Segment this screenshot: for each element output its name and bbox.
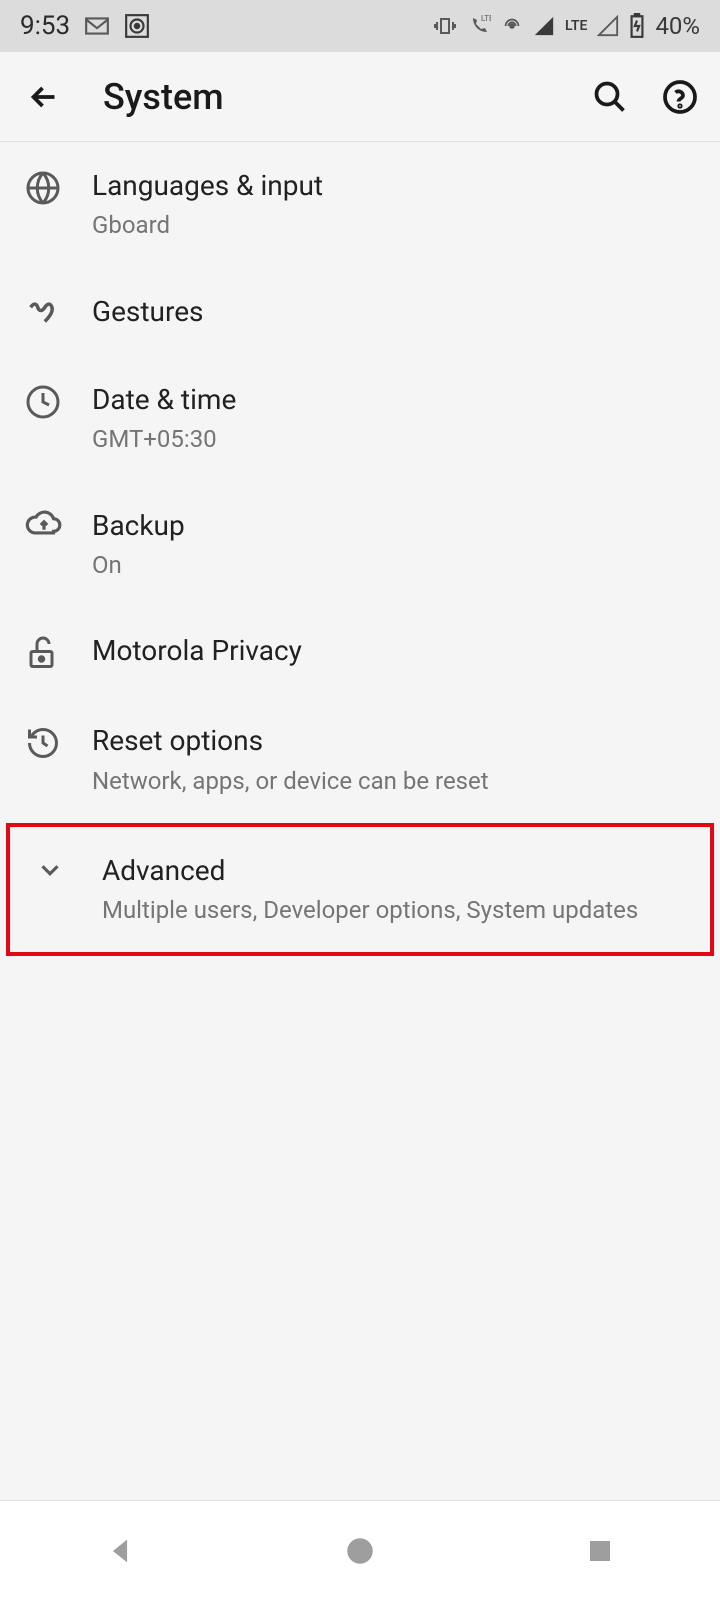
item-subtitle: GMT+05:30 bbox=[92, 424, 700, 455]
wifi-calling-icon: LTE bbox=[467, 14, 491, 38]
app-bar: System bbox=[0, 52, 720, 142]
status-left: 9:53 bbox=[20, 11, 150, 41]
hotspot-icon bbox=[501, 15, 523, 37]
item-title: Reset options bbox=[92, 723, 700, 759]
settings-item-backup[interactable]: Backup On bbox=[0, 482, 720, 608]
item-title: Motorola Privacy bbox=[92, 633, 700, 669]
status-bar: 9:53 LTE LTE 40% bbox=[0, 0, 720, 52]
back-button[interactable] bbox=[20, 73, 68, 121]
restore-icon bbox=[20, 723, 82, 761]
globe-icon bbox=[20, 168, 82, 206]
settings-item-privacy[interactable]: Motorola Privacy bbox=[0, 607, 720, 697]
app-bar-actions bbox=[590, 77, 700, 117]
lock-icon bbox=[20, 633, 82, 671]
item-title: Gestures bbox=[92, 294, 700, 330]
item-subtitle: On bbox=[92, 550, 700, 581]
item-title: Languages & input bbox=[92, 168, 700, 204]
item-title: Advanced bbox=[102, 853, 690, 889]
clock-icon bbox=[20, 382, 82, 420]
item-subtitle: Multiple users, Developer options, Syste… bbox=[102, 895, 690, 926]
battery-percent: 40% bbox=[655, 12, 700, 40]
vibrate-icon bbox=[433, 14, 457, 38]
status-right: LTE LTE 40% bbox=[433, 12, 700, 40]
navigation-bar bbox=[0, 1500, 720, 1600]
settings-item-datetime[interactable]: Date & time GMT+05:30 bbox=[0, 356, 720, 482]
settings-item-gestures[interactable]: Gestures bbox=[0, 268, 720, 356]
nav-back-button[interactable] bbox=[90, 1521, 150, 1581]
cloud-backup-icon bbox=[20, 508, 82, 540]
status-time: 9:53 bbox=[20, 11, 70, 41]
gmail-icon bbox=[84, 16, 110, 36]
settings-item-reset[interactable]: Reset options Network, apps, or device c… bbox=[0, 697, 720, 823]
help-button[interactable] bbox=[660, 77, 700, 117]
gesture-icon bbox=[20, 294, 82, 330]
signal-icon-2 bbox=[597, 15, 619, 37]
svg-text:LTE: LTE bbox=[481, 14, 491, 23]
signal-icon bbox=[533, 15, 555, 37]
settings-item-advanced[interactable]: Advanced Multiple users, Developer optio… bbox=[6, 823, 714, 957]
item-subtitle: Network, apps, or device can be reset bbox=[92, 766, 700, 797]
page-title: System bbox=[103, 76, 224, 118]
settings-item-languages[interactable]: Languages & input Gboard bbox=[0, 142, 720, 268]
item-title: Backup bbox=[92, 508, 700, 544]
circle-icon bbox=[124, 13, 150, 39]
battery-charging-icon bbox=[629, 13, 645, 39]
item-subtitle: Gboard bbox=[92, 210, 700, 241]
lte-label: LTE bbox=[565, 18, 587, 34]
search-button[interactable] bbox=[590, 77, 630, 117]
nav-home-button[interactable] bbox=[330, 1521, 390, 1581]
item-title: Date & time bbox=[92, 382, 700, 418]
chevron-down-icon bbox=[30, 853, 92, 885]
nav-recent-button[interactable] bbox=[570, 1521, 630, 1581]
settings-list: Languages & input Gboard Gestures Date &… bbox=[0, 142, 720, 956]
